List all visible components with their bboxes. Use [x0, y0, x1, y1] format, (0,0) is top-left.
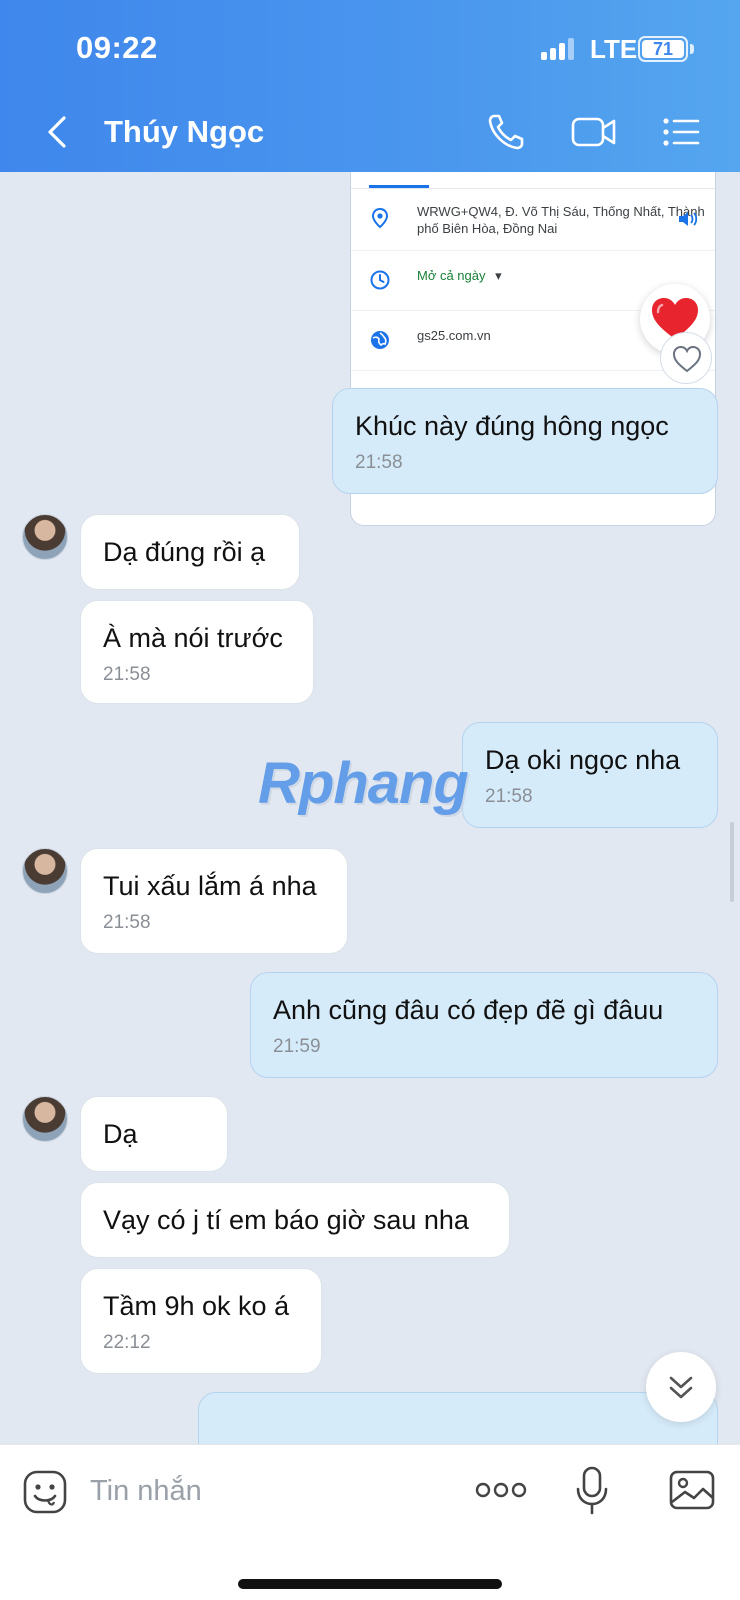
chevron-down-icon: ▾ [495, 268, 502, 283]
message-bubble-received[interactable]: Tầm 9h ok ko á 22:12 [80, 1268, 322, 1374]
heart-outline-icon [672, 345, 702, 373]
emoji-sticker-icon [23, 1470, 67, 1514]
voice-message-button[interactable] [574, 1465, 610, 1517]
message-text: Dạ oki ngọc nha [485, 745, 681, 775]
video-camera-icon [571, 117, 616, 147]
message-text: Khúc này đúng hông ngọc [355, 411, 669, 441]
active-tab-indicator [369, 185, 429, 188]
more-options-button[interactable] [474, 1475, 528, 1505]
network-type: LTE [590, 34, 638, 64]
contact-avatar[interactable] [22, 514, 68, 560]
speaker-icon [679, 212, 698, 226]
message-time: 21:59 [273, 1036, 321, 1057]
message-bubble-received[interactable]: Dạ [80, 1096, 228, 1172]
map-website: gs25.com.vn [417, 328, 491, 343]
message-text: Dạ [103, 1119, 138, 1149]
message-time: 21:58 [485, 786, 533, 807]
more-dots-icon [475, 1482, 527, 1498]
voice-call-button[interactable] [484, 110, 532, 154]
watermark-logo: Rphang [258, 751, 469, 816]
message-text: Anh cũng đâu có đẹp đẽ gì đâuu [273, 995, 664, 1025]
battery-icon: 71 [638, 36, 688, 62]
message-input[interactable] [90, 1467, 430, 1515]
scroll-to-bottom-button[interactable] [646, 1352, 716, 1422]
contact-avatar[interactable] [22, 848, 68, 894]
battery-tip [690, 44, 694, 54]
double-chevron-down-icon [669, 1376, 693, 1399]
clock-icon [370, 270, 390, 290]
home-indicator[interactable] [238, 1579, 502, 1589]
sticker-button[interactable] [22, 1469, 68, 1515]
message-time: 21:58 [355, 452, 403, 473]
contact-avatar[interactable] [22, 1096, 68, 1142]
message-text: Tui xấu lắm á nha [103, 871, 317, 901]
image-gallery-icon [669, 1470, 715, 1510]
message-bubble-received[interactable]: À mà nói trước 21:58 [80, 600, 314, 704]
message-text: Vạy có j tí em báo giờ sau nha [103, 1205, 469, 1235]
globe-icon [371, 331, 389, 349]
message-bubble-sent[interactable]: Anh cũng đâu có đẹp đẽ gì đâuu 21:59 [250, 972, 718, 1078]
message-bubble-sent[interactable]: Dạ oki ngọc nha 21:58 [462, 722, 718, 828]
message-bubble-received[interactable]: Dạ đúng rồi ạ [80, 514, 300, 590]
video-call-button[interactable] [570, 110, 618, 154]
message-input-bar [0, 1444, 740, 1600]
contact-name[interactable]: Thúy Ngọc [104, 114, 264, 150]
chat-header: 09:22 LTE 71 Thúy Ngọc [0, 0, 740, 172]
microphone-icon [576, 1466, 608, 1515]
status-time: 09:22 [76, 30, 158, 65]
options-menu-button[interactable] [658, 110, 706, 154]
message-bubble-sent-partial[interactable] [198, 1392, 718, 1444]
message-time: 21:58 [103, 912, 151, 933]
map-address: WRWG+QW4, Đ. Võ Thị Sáu, Thống Nhất, Thà… [417, 204, 705, 236]
react-button[interactable] [660, 332, 712, 384]
message-time: 21:58 [103, 664, 151, 685]
chevron-left-icon [48, 116, 66, 148]
message-text: À mà nói trước [103, 623, 283, 653]
scrollbar[interactable] [730, 822, 734, 902]
message-text: Tầm 9h ok ko á [103, 1291, 290, 1321]
signal-icon [541, 38, 575, 60]
battery-level: 71 [642, 40, 684, 58]
send-image-button[interactable] [668, 1467, 716, 1513]
location-pin-icon [371, 207, 389, 229]
list-menu-icon [663, 118, 700, 146]
back-button[interactable] [40, 110, 80, 154]
map-hours: Mở cả ngày [417, 268, 486, 283]
message-bubble-received[interactable]: Vạy có j tí em báo giờ sau nha [80, 1182, 510, 1258]
message-bubble-received[interactable]: Tui xấu lắm á nha 21:58 [80, 848, 348, 954]
message-time: 22:12 [103, 1332, 151, 1353]
map-tabs [351, 172, 715, 189]
chat-area[interactable]: WRWG+QW4, Đ. Võ Thị Sáu, Thống Nhất, Thà… [0, 172, 740, 1444]
map-address-row: WRWG+QW4, Đ. Võ Thị Sáu, Thống Nhất, Thà… [351, 189, 715, 251]
phone-icon [488, 114, 524, 150]
nav-row: Thúy Ngọc [0, 100, 740, 172]
status-bar: 09:22 LTE 71 [0, 0, 740, 100]
message-bubble-sent[interactable]: Khúc này đúng hông ngọc 21:58 [332, 388, 718, 494]
message-text: Dạ đúng rồi ạ [103, 537, 266, 567]
